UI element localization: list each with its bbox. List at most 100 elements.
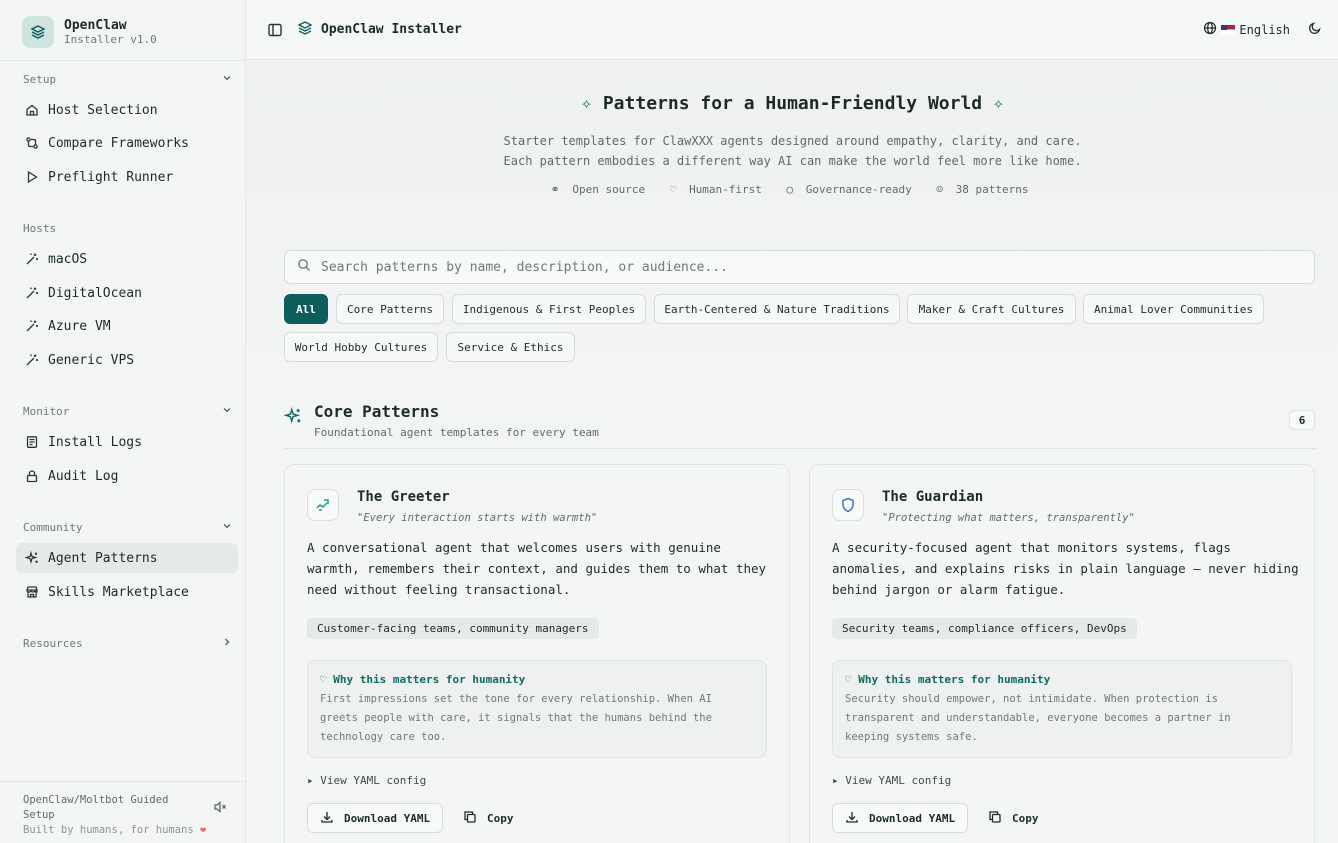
- mute-icon[interactable]: [213, 801, 227, 818]
- filter-chip-indigenous[interactable]: Indigenous & First Peoples: [452, 294, 646, 324]
- divider: [0, 781, 246, 782]
- card-description: A security-focused agent that monitors s…: [832, 540, 1299, 597]
- sidebar-item-generic-vps[interactable]: Generic VPS: [16, 345, 238, 375]
- language-label: English: [1239, 22, 1290, 37]
- section-resources[interactable]: Resources: [23, 636, 233, 651]
- filter-chip-earth[interactable]: Earth-Centered & Nature Traditions: [654, 294, 900, 324]
- filter-chip-maker[interactable]: Maker & Craft Cultures: [907, 294, 1076, 324]
- section-community[interactable]: Community: [23, 520, 233, 535]
- why-heading: ♡ Why this matters for humanity: [845, 673, 1051, 686]
- divider: [284, 448, 1315, 449]
- sidebar-item-label: Audit Log: [48, 468, 119, 484]
- wand-icon: [24, 352, 40, 368]
- why-body: First impressions set the tone for every…: [320, 693, 712, 743]
- download-yaml-button[interactable]: Download YAML: [832, 803, 969, 833]
- sidebar-item-label: macOS: [48, 251, 88, 267]
- sidebar-item-agent-patterns[interactable]: Agent Patterns: [16, 543, 238, 573]
- store-icon: [24, 584, 40, 600]
- footer-line-2: Setup: [23, 809, 55, 821]
- meta-pattern-count: ☺ 38 patterns: [936, 183, 1029, 196]
- meta-human-first: ♡ Human-first: [669, 183, 762, 196]
- heart-icon: ❤: [200, 824, 207, 836]
- hero-subtitle-2: Each pattern embodies a different way AI…: [503, 154, 1082, 168]
- sidebar-item-compare-frameworks[interactable]: Compare Frameworks: [16, 128, 238, 158]
- chevron-down-icon: [221, 520, 233, 535]
- why-box: ♡ Why this matters for humanity First im…: [307, 660, 767, 758]
- sidebar-item-label: Host Selection: [48, 102, 158, 118]
- play-icon: [24, 169, 40, 185]
- main-content: ✧ Patterns for a Human-Friendly World ✧ …: [247, 61, 1338, 843]
- copy-button[interactable]: Copy: [988, 803, 1039, 833]
- audience-badge: Customer-facing teams, community manager…: [307, 618, 599, 639]
- view-yaml-toggle[interactable]: ▸ View YAML config: [832, 774, 951, 787]
- sidebar-item-label: Install Logs: [48, 434, 142, 450]
- view-yaml-toggle[interactable]: ▸ View YAML config: [307, 774, 426, 787]
- section-count-badge: 6: [1289, 410, 1315, 430]
- sparkles-icon: ✧: [581, 93, 592, 114]
- section-monitor[interactable]: Monitor: [23, 404, 233, 419]
- download-yaml-button[interactable]: Download YAML: [307, 803, 444, 833]
- hero-subtitle-1: Starter templates for ClawXXX agents des…: [503, 134, 1082, 148]
- footer-line-1: OpenClaw/Moltbot Guided: [23, 794, 169, 806]
- wand-icon: [24, 251, 40, 267]
- section-subtitle: Foundational agent templates for every t…: [314, 426, 599, 439]
- section-community-label: Community: [23, 521, 83, 534]
- filter-chip-all[interactable]: All: [284, 294, 328, 324]
- sidebar-item-label: Compare Frameworks: [48, 135, 189, 151]
- wand-icon: [24, 318, 40, 334]
- filter-chip-animal[interactable]: Animal Lover Communities: [1083, 294, 1264, 324]
- filter-chip-core[interactable]: Core Patterns: [336, 294, 444, 324]
- filter-chip-hobby[interactable]: World Hobby Cultures: [284, 332, 438, 362]
- copy-button[interactable]: Copy: [463, 803, 514, 833]
- why-heading: ♡ Why this matters for humanity: [320, 673, 526, 686]
- sidebar-item-azure-vm[interactable]: Azure VM: [16, 311, 238, 341]
- chevron-down-icon: [221, 72, 233, 87]
- sidebar-item-macos[interactable]: macOS: [16, 244, 238, 274]
- sparkles-icon: [24, 550, 40, 566]
- moon-icon[interactable]: [1308, 21, 1322, 38]
- section-setup[interactable]: Setup: [23, 72, 233, 87]
- card-quote: "Protecting what matters, transparently": [882, 512, 1135, 524]
- copy-icon: [463, 810, 477, 827]
- hero-title-text: Patterns for a Human-Friendly World: [602, 93, 983, 114]
- sidebar-item-audit-log[interactable]: Audit Log: [16, 461, 238, 491]
- search-input[interactable]: [321, 259, 1281, 275]
- section-setup-label: Setup: [23, 73, 57, 86]
- sidebar-item-install-logs[interactable]: Install Logs: [16, 427, 238, 457]
- home-icon: [24, 102, 40, 118]
- sidebar-item-preflight-runner[interactable]: Preflight Runner: [16, 162, 238, 192]
- sidebar: OpenClaw Installer v1.0 Setup Host Selec…: [0, 0, 246, 843]
- section-monitor-label: Monitor: [23, 405, 70, 418]
- search-box[interactable]: [284, 250, 1315, 284]
- compare-arrows-icon: [24, 135, 40, 151]
- us-flag-icon: [1221, 25, 1236, 34]
- card-title: The Greeter: [357, 489, 450, 505]
- meta-governance: ◯ Governance-ready: [786, 183, 912, 196]
- sidebar-item-label: Agent Patterns: [48, 550, 158, 566]
- meta-open-source: ⚭ Open source: [550, 183, 646, 196]
- handshake-icon: [307, 489, 339, 521]
- divider: [0, 60, 246, 61]
- sidebar-item-host-selection[interactable]: Host Selection: [16, 95, 238, 125]
- why-body: Security should empower, not intimidate.…: [845, 693, 1231, 743]
- section-hosts-label: Hosts: [23, 222, 57, 235]
- section-hosts: Hosts: [23, 222, 233, 235]
- layers-logo-icon: [22, 16, 54, 48]
- language-selector[interactable]: English: [1203, 21, 1290, 38]
- filter-chip-service[interactable]: Service & Ethics: [446, 332, 575, 362]
- pattern-card-greeter: The Greeter "Every interaction starts wi…: [284, 464, 790, 843]
- topbar: OpenClaw Installer English: [247, 0, 1338, 60]
- lock-icon: [24, 468, 40, 484]
- brand[interactable]: OpenClaw Installer v1.0: [14, 12, 157, 52]
- section-resources-label: Resources: [23, 637, 83, 650]
- sparkles-icon: ✧: [992, 93, 1004, 114]
- chevron-down-icon: [221, 404, 233, 419]
- sidebar-item-label: Azure VM: [48, 318, 111, 334]
- sidebar-toggle-icon[interactable]: [267, 22, 283, 38]
- card-description: A conversational agent that welcomes use…: [307, 540, 767, 597]
- sidebar-item-digitalocean[interactable]: DigitalOcean: [16, 278, 238, 308]
- card-quote: "Every interaction starts with warmth": [357, 512, 598, 524]
- hero-meta: ⚭ Open source ♡ Human-first ◯ Governance…: [247, 183, 1338, 196]
- pattern-card-guardian: The Guardian "Protecting what matters, t…: [809, 464, 1315, 843]
- sidebar-item-skills-marketplace[interactable]: Skills Marketplace: [16, 577, 238, 607]
